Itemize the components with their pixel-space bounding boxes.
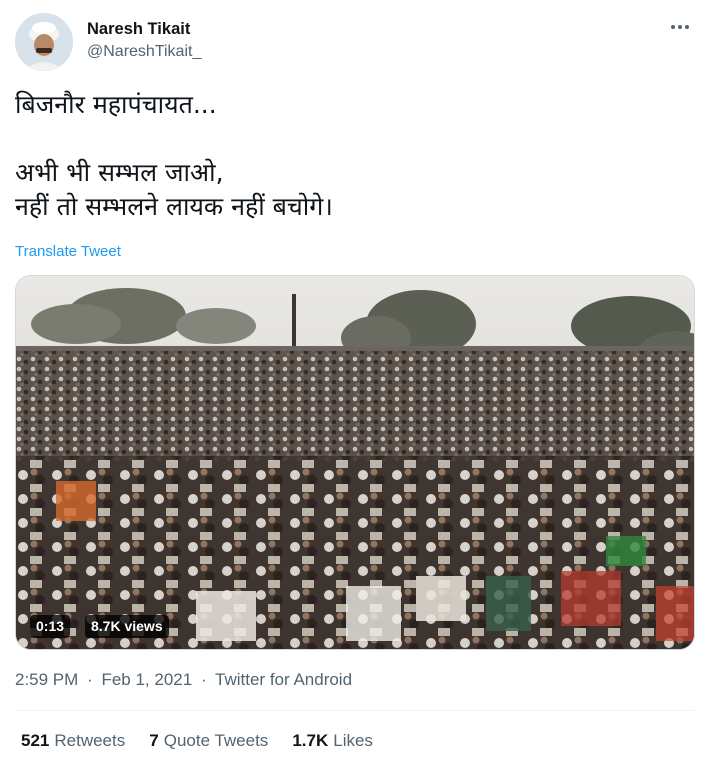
retweets-label: Retweets <box>54 731 126 750</box>
meta-separator: · <box>200 670 207 689</box>
quote-tweets-count: 7 <box>149 731 159 750</box>
likes-count: 1.7K <box>292 731 329 750</box>
translate-tweet-link[interactable]: Translate Tweet <box>15 243 121 260</box>
video-views-badge: 8.7K views <box>85 615 169 638</box>
tweet-line-1: बिजनौर महापंचायत... <box>15 90 217 119</box>
quote-tweets-label: Quote Tweets <box>163 731 269 750</box>
author-name[interactable]: Naresh Tikait <box>87 20 190 39</box>
tweet-stats: 521 Retweets 7 Quote Tweets 1.7K Likes <box>21 731 373 751</box>
tweet-text: बिजनौर महापंचायत... अभी भी सम्भल जाओ, नह… <box>15 88 685 224</box>
tweet-source[interactable]: Twitter for Android <box>215 670 352 689</box>
tweet-line-3: नहीं तो सम्भलने लायक नहीं बचोगे। <box>15 192 333 221</box>
tweet-card: Naresh Tikait @NareshTikait_ बिजनौर महाप… <box>0 0 704 764</box>
likes-label: Likes <box>333 731 373 750</box>
retweets-stat[interactable]: 521 Retweets <box>21 731 125 751</box>
tweet-meta: 2:59 PM · Feb 1, 2021 · Twitter for Andr… <box>15 670 356 690</box>
divider <box>15 710 695 711</box>
tweet-line-2: अभी भी सम्भल जाओ, <box>15 158 224 187</box>
more-options-icon[interactable] <box>666 16 694 38</box>
tweet-time[interactable]: 2:59 PM <box>15 670 78 689</box>
avatar[interactable] <box>15 13 73 71</box>
crowd-video-thumbnail <box>16 276 694 649</box>
author-handle[interactable]: @NareshTikait_ <box>87 43 201 61</box>
quote-tweets-stat[interactable]: 7 Quote Tweets <box>149 731 268 751</box>
meta-separator: · <box>87 670 93 689</box>
tweet-date[interactable]: Feb 1, 2021 <box>101 670 192 689</box>
likes-stat[interactable]: 1.7K Likes <box>292 731 373 751</box>
video-player[interactable]: 0:13 8.7K views <box>15 275 695 650</box>
retweets-count: 521 <box>21 731 50 750</box>
video-duration-badge: 0:13 <box>30 615 71 638</box>
